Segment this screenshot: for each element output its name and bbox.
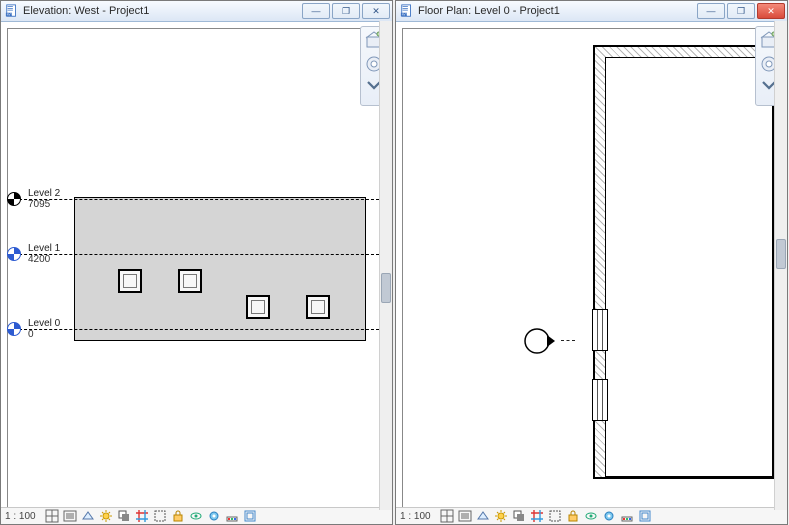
plan-window[interactable] (592, 309, 608, 351)
level-line-level0[interactable] (14, 329, 379, 330)
reveal-hidden-icon[interactable] (602, 509, 616, 523)
level-value: 7095 (28, 199, 50, 210)
shadows-icon[interactable] (117, 509, 131, 523)
level-head-icon (6, 191, 22, 207)
worksharing-icon[interactable] (620, 509, 634, 523)
level-value: 4200 (28, 254, 50, 265)
vertical-scrollbar[interactable] (379, 21, 392, 510)
title-text: Elevation: West - Project1 (23, 5, 302, 17)
detail-level-icon[interactable] (63, 509, 77, 523)
canvas-inner: Level 2 7095 Level 1 4200 Level 0 0 (7, 28, 386, 507)
restore-button[interactable]: ❐ (727, 3, 755, 19)
level-line-level1[interactable] (14, 254, 379, 255)
temporary-hide-icon[interactable] (189, 509, 203, 523)
window-buttons: — ❐ ✕ (697, 3, 785, 19)
level-name: Level 1 (28, 243, 60, 254)
level-head-icon (6, 246, 22, 262)
canvas-inner (402, 28, 781, 507)
level-value: 0 (28, 329, 34, 340)
view-scale[interactable]: 1 : 100 (400, 511, 436, 522)
lock-icon[interactable] (566, 509, 580, 523)
plan-window[interactable] (592, 379, 608, 421)
crop-view-icon[interactable] (135, 509, 149, 523)
level-name: Level 0 (28, 318, 60, 329)
document-icon: RVT (400, 4, 414, 18)
elevation-marker[interactable] (523, 325, 555, 357)
reveal-hidden-icon[interactable] (207, 509, 221, 523)
scroll-thumb[interactable] (381, 273, 391, 303)
view-scale[interactable]: 1 : 100 (5, 511, 41, 522)
sun-path-icon[interactable] (494, 509, 508, 523)
window-symbol[interactable] (246, 295, 270, 319)
scroll-thumb[interactable] (776, 239, 786, 269)
panel-elevation: RVT Elevation: West - Project1 — ❐ ✕ Lev… (0, 0, 393, 525)
restore-button[interactable]: ❐ (332, 3, 360, 19)
level-name: Level 2 (28, 188, 60, 199)
canvas-floorplan[interactable] (396, 22, 787, 507)
statusbar-elevation: 1 : 100 (1, 507, 392, 524)
analytical-icon[interactable] (638, 509, 652, 523)
analytical-icon[interactable] (243, 509, 257, 523)
title-text: Floor Plan: Level 0 - Project1 (418, 5, 697, 17)
minimize-button[interactable]: — (697, 3, 725, 19)
model-graphics-icon[interactable] (45, 509, 59, 523)
crop-region-icon[interactable] (548, 509, 562, 523)
crop-view-icon[interactable] (530, 509, 544, 523)
document-icon: RVT (5, 4, 19, 18)
window-buttons: — ❐ ✕ (302, 3, 390, 19)
level-line-level2[interactable] (14, 199, 379, 200)
svg-text:RVT: RVT (7, 12, 13, 16)
temporary-hide-icon[interactable] (584, 509, 598, 523)
canvas-elevation[interactable]: Level 2 7095 Level 1 4200 Level 0 0 (1, 22, 392, 507)
titlebar-elevation[interactable]: RVT Elevation: West - Project1 — ❐ ✕ (1, 1, 392, 22)
workspace: RVT Elevation: West - Project1 — ❐ ✕ Lev… (0, 0, 789, 525)
close-button[interactable]: ✕ (362, 3, 390, 19)
lock-icon[interactable] (171, 509, 185, 523)
minimize-button[interactable]: — (302, 3, 330, 19)
visual-style-icon[interactable] (476, 509, 490, 523)
sun-path-icon[interactable] (99, 509, 113, 523)
svg-text:RVT: RVT (402, 12, 408, 16)
model-graphics-icon[interactable] (440, 509, 454, 523)
worksharing-icon[interactable] (225, 509, 239, 523)
titlebar-floorplan[interactable]: RVT Floor Plan: Level 0 - Project1 — ❐ ✕ (396, 1, 787, 22)
window-symbol[interactable] (306, 295, 330, 319)
detail-level-icon[interactable] (458, 509, 472, 523)
elevation-marker-dash (561, 340, 575, 341)
plan-wall-inner (605, 57, 773, 477)
window-symbol[interactable] (178, 269, 202, 293)
shadows-icon[interactable] (512, 509, 526, 523)
crop-region-icon[interactable] (153, 509, 167, 523)
close-button[interactable]: ✕ (757, 3, 785, 19)
level-head-icon (6, 321, 22, 337)
window-symbol[interactable] (118, 269, 142, 293)
statusbar-floorplan: 1 : 100 (396, 507, 787, 524)
panel-floorplan: RVT Floor Plan: Level 0 - Project1 — ❐ ✕ (395, 0, 788, 525)
vertical-scrollbar[interactable] (774, 21, 787, 510)
visual-style-icon[interactable] (81, 509, 95, 523)
